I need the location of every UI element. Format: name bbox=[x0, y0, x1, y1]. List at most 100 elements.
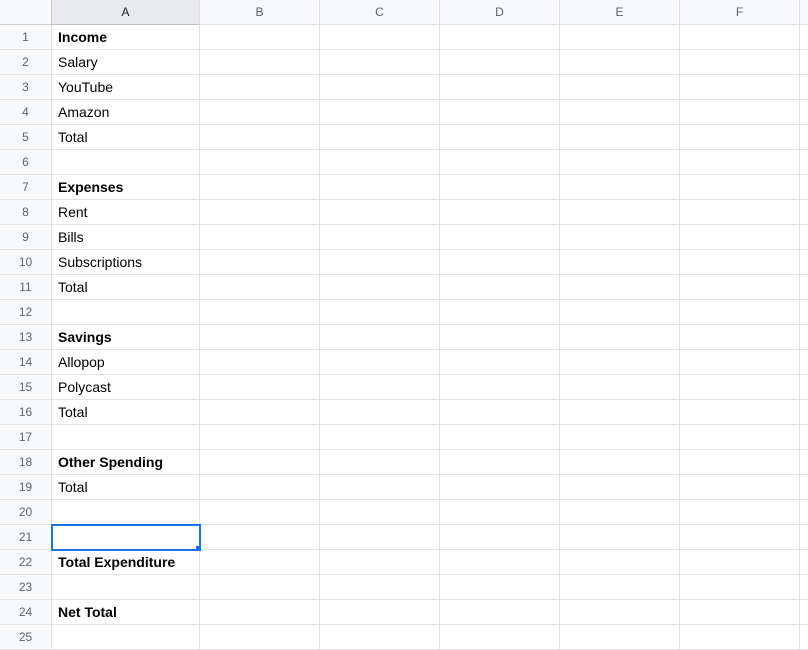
row-header[interactable]: 11 bbox=[0, 275, 52, 300]
cell-E19[interactable] bbox=[560, 475, 680, 500]
cell-A5[interactable]: Total bbox=[52, 125, 200, 150]
cell-A19[interactable]: Total bbox=[52, 475, 200, 500]
cell-B9[interactable] bbox=[200, 225, 320, 250]
cell-D13[interactable] bbox=[440, 325, 560, 350]
row-header[interactable]: 20 bbox=[0, 500, 52, 525]
row-header[interactable]: 22 bbox=[0, 550, 52, 575]
cell-D9[interactable] bbox=[440, 225, 560, 250]
cell-A24[interactable]: Net Total bbox=[52, 600, 200, 625]
cell-D11[interactable] bbox=[440, 275, 560, 300]
cell-B24[interactable] bbox=[200, 600, 320, 625]
row-header[interactable]: 13 bbox=[0, 325, 52, 350]
cell-D10[interactable] bbox=[440, 250, 560, 275]
cell-B18[interactable] bbox=[200, 450, 320, 475]
cell-C18[interactable] bbox=[320, 450, 440, 475]
cell-C19[interactable] bbox=[320, 475, 440, 500]
col-header-F[interactable]: F bbox=[680, 0, 800, 25]
cell-A7[interactable]: Expenses bbox=[52, 175, 200, 200]
cell-overflow[interactable] bbox=[800, 200, 808, 225]
row-header[interactable]: 15 bbox=[0, 375, 52, 400]
cell-D25[interactable] bbox=[440, 625, 560, 650]
col-header-E[interactable]: E bbox=[560, 0, 680, 25]
cell-C9[interactable] bbox=[320, 225, 440, 250]
cell-overflow[interactable] bbox=[800, 25, 808, 50]
cell-E12[interactable] bbox=[560, 300, 680, 325]
row-header[interactable]: 5 bbox=[0, 125, 52, 150]
cell-overflow[interactable] bbox=[800, 350, 808, 375]
cell-A14[interactable]: Allopop bbox=[52, 350, 200, 375]
cell-A20[interactable] bbox=[52, 500, 200, 525]
cell-A22[interactable]: Total Expenditure bbox=[52, 550, 200, 575]
cell-C16[interactable] bbox=[320, 400, 440, 425]
cell-overflow[interactable] bbox=[800, 100, 808, 125]
cell-F3[interactable] bbox=[680, 75, 800, 100]
cell-B16[interactable] bbox=[200, 400, 320, 425]
cell-overflow[interactable] bbox=[800, 125, 808, 150]
cell-D2[interactable] bbox=[440, 50, 560, 75]
cell-B13[interactable] bbox=[200, 325, 320, 350]
cell-F12[interactable] bbox=[680, 300, 800, 325]
row-header[interactable]: 7 bbox=[0, 175, 52, 200]
cell-A8[interactable]: Rent bbox=[52, 200, 200, 225]
cell-overflow[interactable] bbox=[800, 225, 808, 250]
cell-F7[interactable] bbox=[680, 175, 800, 200]
row-header[interactable]: 25 bbox=[0, 625, 52, 650]
cell-A12[interactable] bbox=[52, 300, 200, 325]
cell-D18[interactable] bbox=[440, 450, 560, 475]
cell-A17[interactable] bbox=[52, 425, 200, 450]
cell-D5[interactable] bbox=[440, 125, 560, 150]
cell-E1[interactable] bbox=[560, 25, 680, 50]
cell-A23[interactable] bbox=[52, 575, 200, 600]
cell-overflow[interactable] bbox=[800, 600, 808, 625]
select-all-corner[interactable] bbox=[0, 0, 52, 25]
cell-E24[interactable] bbox=[560, 600, 680, 625]
cell-A6[interactable] bbox=[52, 150, 200, 175]
cell-F24[interactable] bbox=[680, 600, 800, 625]
cell-F20[interactable] bbox=[680, 500, 800, 525]
cell-F15[interactable] bbox=[680, 375, 800, 400]
cell-overflow[interactable] bbox=[800, 75, 808, 100]
cell-F25[interactable] bbox=[680, 625, 800, 650]
cell-B12[interactable] bbox=[200, 300, 320, 325]
cell-E17[interactable] bbox=[560, 425, 680, 450]
cell-D16[interactable] bbox=[440, 400, 560, 425]
cell-C15[interactable] bbox=[320, 375, 440, 400]
cell-F10[interactable] bbox=[680, 250, 800, 275]
cell-A15[interactable]: Polycast bbox=[52, 375, 200, 400]
cell-C17[interactable] bbox=[320, 425, 440, 450]
col-header-D[interactable]: D bbox=[440, 0, 560, 25]
cell-D21[interactable] bbox=[440, 525, 560, 550]
cell-E14[interactable] bbox=[560, 350, 680, 375]
row-header[interactable]: 23 bbox=[0, 575, 52, 600]
cell-B1[interactable] bbox=[200, 25, 320, 50]
cell-D22[interactable] bbox=[440, 550, 560, 575]
cell-C3[interactable] bbox=[320, 75, 440, 100]
col-header-overflow[interactable] bbox=[800, 0, 808, 25]
cell-D24[interactable] bbox=[440, 600, 560, 625]
cell-B20[interactable] bbox=[200, 500, 320, 525]
cell-F23[interactable] bbox=[680, 575, 800, 600]
cell-E10[interactable] bbox=[560, 250, 680, 275]
cell-C5[interactable] bbox=[320, 125, 440, 150]
cell-C22[interactable] bbox=[320, 550, 440, 575]
cell-E20[interactable] bbox=[560, 500, 680, 525]
cell-E16[interactable] bbox=[560, 400, 680, 425]
cell-B10[interactable] bbox=[200, 250, 320, 275]
cell-F1[interactable] bbox=[680, 25, 800, 50]
cell-C1[interactable] bbox=[320, 25, 440, 50]
cell-E18[interactable] bbox=[560, 450, 680, 475]
cell-F6[interactable] bbox=[680, 150, 800, 175]
cell-A9[interactable]: Bills bbox=[52, 225, 200, 250]
cell-A16[interactable]: Total bbox=[52, 400, 200, 425]
cell-B14[interactable] bbox=[200, 350, 320, 375]
cell-D8[interactable] bbox=[440, 200, 560, 225]
row-header[interactable]: 6 bbox=[0, 150, 52, 175]
cell-overflow[interactable] bbox=[800, 250, 808, 275]
cell-D4[interactable] bbox=[440, 100, 560, 125]
row-header[interactable]: 4 bbox=[0, 100, 52, 125]
cell-D17[interactable] bbox=[440, 425, 560, 450]
cell-overflow[interactable] bbox=[800, 375, 808, 400]
cell-D3[interactable] bbox=[440, 75, 560, 100]
cell-C7[interactable] bbox=[320, 175, 440, 200]
cell-B17[interactable] bbox=[200, 425, 320, 450]
